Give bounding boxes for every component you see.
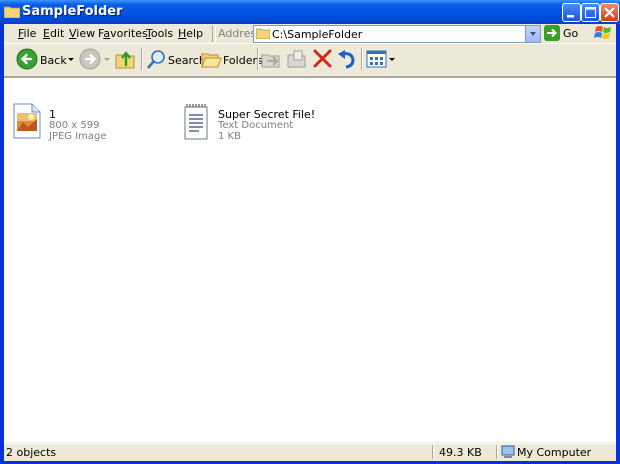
toolbar-separator: [257, 48, 259, 70]
file-type: Text Document: [218, 120, 294, 131]
my-computer-icon: [501, 445, 515, 458]
folders-button[interactable]: Folders: [199, 47, 263, 71]
standard-toolbar: Back Search Folders: [4, 44, 616, 77]
chevron-down-icon: [530, 32, 536, 36]
windows-logo-icon: [594, 26, 611, 39]
status-object-count: 2 objects: [6, 446, 57, 459]
views-button[interactable]: [365, 47, 395, 71]
close-button[interactable]: [600, 3, 619, 22]
status-bar: 2 objects 49.3 KB My Computer: [4, 443, 616, 461]
folder-icon: [256, 28, 270, 39]
jpeg-image-icon: [13, 103, 41, 139]
maximize-button[interactable]: [581, 3, 600, 22]
undo-button[interactable]: [335, 47, 357, 71]
move-to-button[interactable]: [261, 47, 283, 71]
undo-icon: [338, 50, 355, 69]
go-arrow-icon: [544, 25, 560, 41]
title-bar[interactable]: SampleFolder: [0, 0, 620, 24]
back-arrow-icon: [16, 48, 38, 70]
minimize-button[interactable]: [562, 3, 581, 22]
back-button[interactable]: Back: [14, 47, 74, 71]
menu-tools[interactable]: Tools: [146, 27, 173, 40]
toolbar-separator: [361, 48, 363, 70]
forward-button[interactable]: [77, 47, 111, 71]
menu-edit[interactable]: Edit: [43, 27, 64, 40]
up-folder-icon: [115, 51, 135, 69]
folders-icon: [201, 53, 222, 68]
back-label: Back: [40, 54, 67, 67]
go-label: Go: [563, 27, 579, 40]
status-zone: My Computer: [517, 446, 592, 459]
delete-icon: [313, 49, 332, 68]
file-item[interactable]: Super Secret File! Text Document 1 KB: [182, 103, 352, 143]
search-button[interactable]: Search: [144, 47, 206, 71]
status-divider: [432, 445, 434, 459]
back-dropdown-icon[interactable]: [68, 58, 74, 61]
file-dimensions: 800 x 599: [49, 120, 100, 131]
forward-dropdown-icon[interactable]: [104, 58, 110, 61]
address-separator: [212, 26, 216, 42]
status-divider: [496, 445, 498, 459]
copy-to-button[interactable]: [286, 47, 308, 71]
minimize-icon: [567, 15, 574, 18]
explorer-window: SampleFolder File Edit View Favorites To…: [0, 0, 620, 464]
menu-favorites[interactable]: Favorites: [98, 27, 148, 40]
file-item[interactable]: 1 800 x 599 JPEG Image: [12, 103, 182, 143]
file-list-view[interactable]: 1 800 x 599 JPEG Image Super Secret File…: [4, 77, 616, 442]
menu-view[interactable]: View: [69, 27, 95, 40]
status-size: 49.3 KB: [439, 446, 482, 459]
views-icon: [366, 50, 387, 68]
go-button[interactable]: Go: [544, 25, 580, 41]
file-type: JPEG Image: [49, 131, 107, 142]
toolbar-separator: [141, 48, 143, 70]
delete-button[interactable]: [311, 47, 333, 71]
up-folder-button[interactable]: [114, 47, 138, 71]
menu-bar: File Edit View Favorites Tools Help Addr…: [4, 24, 616, 44]
window-frame: File Edit View Favorites Tools Help Addr…: [4, 24, 616, 461]
search-icon: [147, 50, 165, 69]
move-to-icon: [261, 54, 280, 68]
address-value[interactable]: C:\SampleFolder: [272, 28, 362, 41]
folder-icon: [4, 6, 20, 18]
text-document-icon: [184, 104, 208, 140]
views-dropdown-icon[interactable]: [389, 58, 395, 61]
window-title: SampleFolder: [22, 4, 123, 19]
address-dropdown-button[interactable]: [525, 26, 540, 42]
forward-arrow-icon: [79, 48, 101, 70]
maximize-icon: [585, 7, 596, 18]
address-field[interactable]: C:\SampleFolder: [253, 25, 541, 43]
menu-help[interactable]: Help: [178, 27, 203, 40]
close-icon: [604, 7, 615, 18]
copy-to-icon: [287, 50, 306, 68]
file-size: 1 KB: [218, 131, 241, 142]
menu-file[interactable]: File: [18, 27, 36, 40]
